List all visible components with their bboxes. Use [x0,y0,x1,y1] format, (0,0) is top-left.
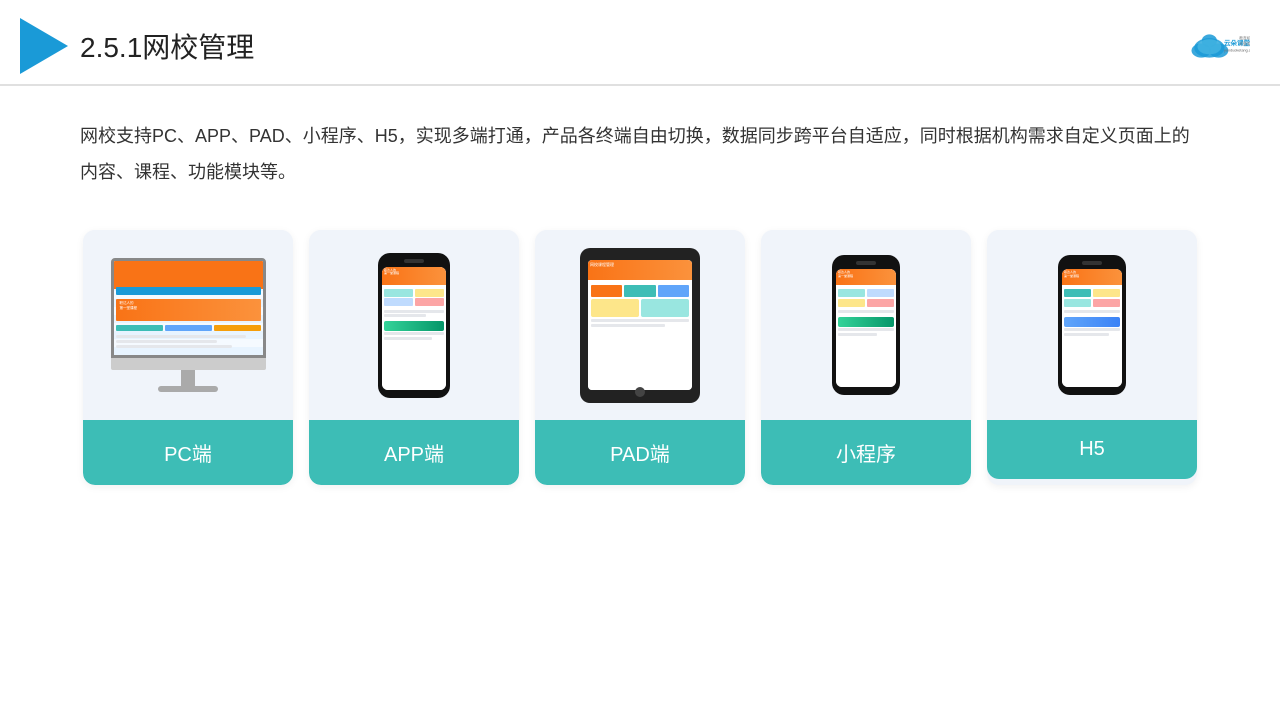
card-pc-image: 职达人的第一堂课程 [83,230,293,420]
brand-logo: 云朵课堂 yunduoketang.com 教育机构一站 式服务云平台 [1185,29,1250,64]
phone-mockup-h5: 职达人的第一堂课程 [1058,255,1126,395]
phone-screen-app: 职达人的第一堂课程 [382,267,446,390]
monitor-neck [181,370,195,386]
monitor-base [158,386,218,392]
card-pc: 职达人的第一堂课程 [83,230,293,485]
card-app: 职达人的第一堂课程 [309,230,519,485]
phone-mockup-mini: 职达人的第一堂课程 [832,255,900,395]
card-h5-label: H5 [987,420,1197,479]
monitor-bezel [111,358,266,370]
card-miniprogram-image: 职达人的第一堂课程 [761,230,971,420]
page-title: 2.5.1网校管理 [80,26,254,66]
header: 2.5.1网校管理 云朵课堂 yunduoketang.com 教育机构一站 式… [0,0,1280,86]
card-h5: 职达人的第一堂课程 [987,230,1197,485]
logo-area: 云朵课堂 yunduoketang.com 教育机构一站 式服务云平台 [1185,29,1250,64]
svg-text:式服务云平台: 式服务云平台 [1239,41,1250,46]
card-pad-label: PAD端 [535,420,745,485]
tablet-screen: 网校课程管理 [588,260,692,390]
card-pc-label: PC端 [83,420,293,485]
card-app-label: APP端 [309,420,519,485]
card-app-image: 职达人的第一堂课程 [309,230,519,420]
card-pad: 网校课程管理 [535,230,745,485]
phone-mockup-app: 职达人的第一堂课程 [378,253,450,398]
phone-screen-mini: 职达人的第一堂课程 [836,269,896,387]
svg-text:教育机构一站: 教育机构一站 [1239,35,1250,40]
card-h5-image: 职达人的第一堂课程 [987,230,1197,420]
platform-cards: 职达人的第一堂课程 [0,210,1280,505]
svg-text:yunduoketang.com: yunduoketang.com [1224,48,1250,52]
card-pad-image: 网校课程管理 [535,230,745,420]
card-miniprogram: 职达人的第一堂课程 [761,230,971,485]
monitor-mockup: 职达人的第一堂课程 [108,258,268,392]
header-left: 2.5.1网校管理 [20,18,254,74]
description-block: 网校支持PC、APP、PAD、小程序、H5，实现多端打通，产品各终端自由切换，数… [0,86,1280,210]
card-miniprogram-label: 小程序 [761,420,971,485]
tablet-mockup: 网校课程管理 [580,248,700,403]
monitor-screen: 职达人的第一堂课程 [111,258,266,358]
play-icon [20,18,68,74]
description-text: 网校支持PC、APP、PAD、小程序、H5，实现多端打通，产品各终端自由切换，数… [80,118,1200,190]
phone-screen-h5: 职达人的第一堂课程 [1062,269,1122,387]
